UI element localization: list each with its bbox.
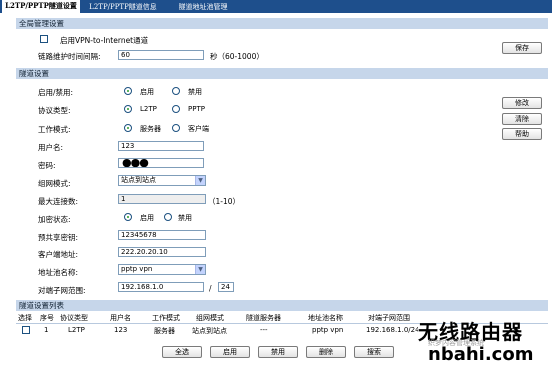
peer-subnet-mask-input[interactable]: 24 [218, 282, 234, 292]
psk-input[interactable]: 12345678 [118, 230, 206, 240]
protocol-label: 协议类型: [38, 106, 71, 115]
row-protocol: L2TP [68, 326, 85, 334]
tunnel-section-header: 隧道设置 [16, 68, 548, 79]
col-header-mode: 工作模式 [152, 314, 180, 322]
protocol-pptp-label: PPTP [188, 105, 205, 113]
max-conn-range: （1-10） [208, 197, 241, 206]
encrypt-label: 加密状态: [38, 215, 71, 224]
peer-subnet-label: 对端子网范围: [38, 286, 86, 295]
save-button[interactable]: 保存 [502, 42, 542, 54]
peer-subnet-ip-input[interactable]: 192.168.1.0 [118, 282, 204, 292]
list-section-header: 隧道设置列表 [16, 300, 548, 311]
protocol-l2tp-label: L2TP [140, 105, 157, 113]
tab-address-pool[interactable]: 隧道地址池管理 [168, 1, 238, 13]
mode-radio-client[interactable] [172, 124, 180, 132]
protocol-radio-pptp[interactable] [172, 105, 180, 113]
keepalive-unit: 秒（60-1000） [210, 52, 264, 61]
clear-button[interactable]: 清除 [502, 113, 542, 125]
password-input[interactable]: ●●● [118, 158, 204, 168]
encrypt-on-label: 启用 [140, 214, 154, 222]
help-button[interactable]: 帮助 [502, 128, 542, 140]
col-header-select: 选择 [18, 314, 32, 322]
pool-label: 地址池名称: [38, 268, 79, 277]
pool-select[interactable]: pptp vpn ▼ [118, 264, 206, 275]
mode-label: 工作模式: [38, 125, 71, 134]
client-addr-input[interactable]: 222.20.20.10 [118, 247, 206, 257]
enable-radio-on[interactable] [124, 87, 132, 95]
client-addr-label: 客户端地址: [38, 250, 79, 259]
modify-button[interactable]: 修改 [502, 97, 542, 109]
chevron-down-icon: ▼ [195, 265, 205, 274]
enable-radio-off-label: 禁用 [188, 88, 202, 96]
enable-label: 启用/禁用: [38, 88, 74, 97]
pool-value: pptp vpn [121, 265, 153, 273]
network-mode-select[interactable]: 站点到站点 ▼ [118, 175, 206, 186]
global-section-header: 全局管理设置 [16, 18, 548, 29]
keepalive-label: 链路维护时间间隔: [38, 52, 101, 61]
row-network-mode: 站点到站点 [192, 327, 227, 335]
keepalive-input[interactable]: 60 [118, 50, 204, 60]
encrypt-radio-off[interactable] [164, 213, 172, 221]
watermark-domain: nbahi.com [428, 344, 534, 365]
password-label: 密码: [38, 161, 56, 170]
protocol-radio-l2tp[interactable] [124, 105, 132, 113]
row-peer-subnet: 192.168.1.0/24 [366, 326, 418, 334]
max-conn-input[interactable]: 1 [118, 194, 206, 204]
vpn-internet-checkbox[interactable] [40, 35, 48, 43]
delete-button[interactable]: 删除 [306, 346, 346, 358]
row-username: 123 [114, 326, 128, 334]
row-tunnel-server: --- [260, 326, 268, 334]
username-label: 用户名: [38, 143, 64, 152]
col-header-network-mode: 组网模式 [196, 314, 224, 322]
enable-button[interactable]: 启用 [210, 346, 250, 358]
search-button[interactable]: 搜索 [354, 346, 394, 358]
vpn-internet-label: 启用VPN-to-Internet通道 [60, 36, 149, 45]
encrypt-off-label: 禁用 [178, 214, 192, 222]
network-mode-value: 站点到站点 [121, 176, 156, 184]
tab-l2tp-pptp-info[interactable]: L2TP/PPTP隧道信息 [84, 1, 162, 13]
tab-l2tp-pptp-settings[interactable]: L2TP/PPTP隧道设置 [2, 0, 80, 13]
mode-server-label: 服务器 [140, 125, 161, 133]
col-header-username: 用户名 [110, 314, 131, 322]
tab-bar: L2TP/PPTP隧道设置 L2TP/PPTP隧道信息 隧道地址池管理 [0, 0, 552, 13]
mode-radio-server[interactable] [124, 124, 132, 132]
col-header-peer-subnet: 对端子网范围 [368, 314, 410, 322]
max-conn-label: 最大连接数: [38, 197, 79, 206]
disable-button[interactable]: 禁用 [258, 346, 298, 358]
password-mask: ●●● [122, 158, 149, 168]
row-select-checkbox[interactable] [22, 326, 30, 334]
col-header-protocol: 协议类型 [60, 314, 88, 322]
chevron-down-icon: ▼ [195, 176, 205, 185]
encrypt-radio-on[interactable] [124, 213, 132, 221]
mode-client-label: 客户端 [188, 125, 209, 133]
network-mode-label: 组网模式: [38, 179, 71, 188]
col-header-tunnel-server: 隧道服务器 [246, 314, 281, 322]
row-pool-name: pptp vpn [312, 326, 344, 334]
peer-subnet-separator: / [209, 284, 212, 293]
row-mode: 服务器 [154, 327, 175, 335]
username-input[interactable]: 123 [118, 141, 204, 151]
enable-radio-off[interactable] [172, 87, 180, 95]
col-header-index: 序号 [40, 314, 54, 322]
enable-radio-on-label: 启用 [140, 88, 154, 96]
row-index: 1 [44, 326, 49, 334]
select-all-button[interactable]: 全选 [162, 346, 202, 358]
psk-label: 预共享密钥: [38, 233, 79, 242]
col-header-pool-name: 地址池名称 [308, 314, 343, 322]
